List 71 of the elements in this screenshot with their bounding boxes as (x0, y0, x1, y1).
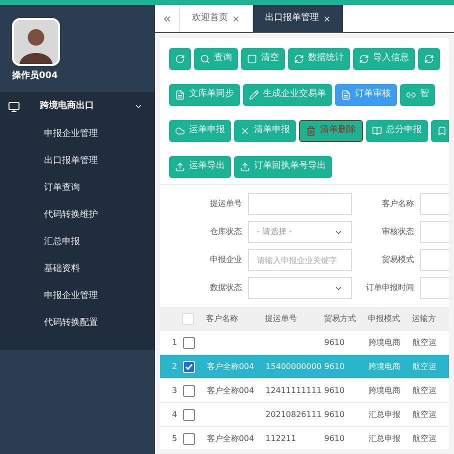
table-cell: 航空运 (412, 386, 436, 394)
toolbar-button[interactable]: 清空 (241, 48, 285, 70)
table-cell: 跨境电商 (368, 338, 400, 346)
table-row[interactable]: 4 20210826111 9610 汇总申报 航空运 (160, 403, 449, 427)
row-number: 1 (171, 336, 178, 348)
field-label: 订单申报时间 (365, 282, 414, 294)
menu-group[interactable]: 跨境电商出口 (0, 92, 155, 122)
table-cell: 9610 (324, 410, 345, 418)
column-header: 提运单号 (264, 313, 298, 325)
column-header: 客户名称 (206, 313, 240, 325)
row-number: 4 (171, 408, 178, 420)
table-cell: 航空运 (412, 410, 436, 418)
table-cell: 汇总申报 (368, 410, 400, 418)
table-cell: 12411111111 (266, 386, 322, 394)
input-field[interactable]: 请输入申报企业关键字 (248, 249, 352, 271)
table-cell: 9610 (324, 434, 345, 442)
field-label: 客户名称 (381, 198, 414, 210)
table-cell: 客户全称004 (206, 362, 254, 370)
toolbar-button[interactable]: 导入信息 (353, 48, 415, 70)
table-cell: 9610 (324, 338, 345, 346)
menu-item[interactable]: 代码转换配置 (44, 317, 98, 331)
toolbar-button[interactable]: 生成企业交易单 (243, 84, 332, 106)
menu-item[interactable]: 申报企业管理 (44, 128, 98, 142)
menu-item[interactable]: 汇总申报 (44, 236, 80, 250)
table-row[interactable]: 3 客户全称004 12411111111 9610 跨境电商 航空运 (160, 379, 449, 403)
toolbar-button[interactable]: 订单回执单号导出 (234, 156, 332, 178)
toolbar-button[interactable]: 订单审核 (335, 84, 397, 106)
field-label: 仓库状态 (209, 226, 242, 238)
row-number: 5 (171, 432, 178, 444)
menu-item[interactable]: 基础资料 (44, 263, 80, 277)
toolbar-button[interactable]: 总分申报 (366, 120, 428, 142)
table-cell: 客户全称004 (206, 386, 254, 394)
toolbar-button[interactable]: 运单申报 (169, 120, 231, 142)
user-name: 操作员004 (12, 70, 58, 83)
row-number: 2 (171, 360, 178, 372)
table-row[interactable]: 2 客户全称004 15400000000 9610 跨境电商 航空运 (160, 355, 449, 379)
field-label: 提运单号 (209, 198, 242, 210)
toolbar-button[interactable]: 查询 (194, 48, 238, 70)
menu-item[interactable]: 订单查询 (44, 182, 80, 196)
table-cell: 112211 (266, 434, 296, 442)
row-number: 3 (171, 384, 178, 396)
toolbar-button[interactable]: 清单申报 (234, 120, 296, 142)
menu-item[interactable]: 代码转换维护 (44, 209, 98, 223)
table-cell: 9610 (324, 362, 345, 370)
column-header: 运输方 (412, 313, 438, 325)
select-field[interactable]: - 请选择 - (248, 221, 352, 243)
field-label: 贸易模式 (381, 254, 414, 266)
toolbar-button[interactable]: 数据统计 (288, 48, 350, 70)
table-cell: 航空运 (412, 362, 436, 370)
toolbar-button[interactable]: 清单删除 (299, 120, 363, 142)
column-header: 贸易方式 (324, 313, 357, 325)
tab[interactable]: 出口报单管理 (253, 5, 343, 32)
table-cell: 客户全称004 (206, 434, 254, 442)
table-row[interactable]: 5 客户全称004 112211 9610 汇总申报 航空运 (160, 427, 449, 449)
field-label: 审核状态 (381, 226, 414, 238)
toolbar-button[interactable]: 智 (400, 84, 435, 106)
field-label: 申报企业 (209, 254, 242, 266)
table-cell: 20210826111 (266, 410, 322, 418)
table-cell: 15400000000 (266, 362, 322, 370)
toolbar-button[interactable]: 运单导出 (169, 156, 231, 178)
menu-item[interactable]: 申报企业管理 (44, 290, 98, 304)
menu-item[interactable]: 出口报单管理 (44, 155, 98, 169)
field-label: 数据状态 (209, 282, 242, 294)
table-cell: 跨境电商 (368, 386, 400, 394)
table-cell: 跨境电商 (368, 362, 400, 370)
table-cell: 航空运 (412, 434, 436, 442)
table-cell: 汇总申报 (368, 434, 400, 442)
toolbar-button[interactable]: 文库单同步 (169, 84, 240, 106)
table-cell: 航空运 (412, 338, 436, 346)
table-cell: 9610 (324, 386, 345, 394)
column-header: 申报模式 (368, 313, 402, 325)
